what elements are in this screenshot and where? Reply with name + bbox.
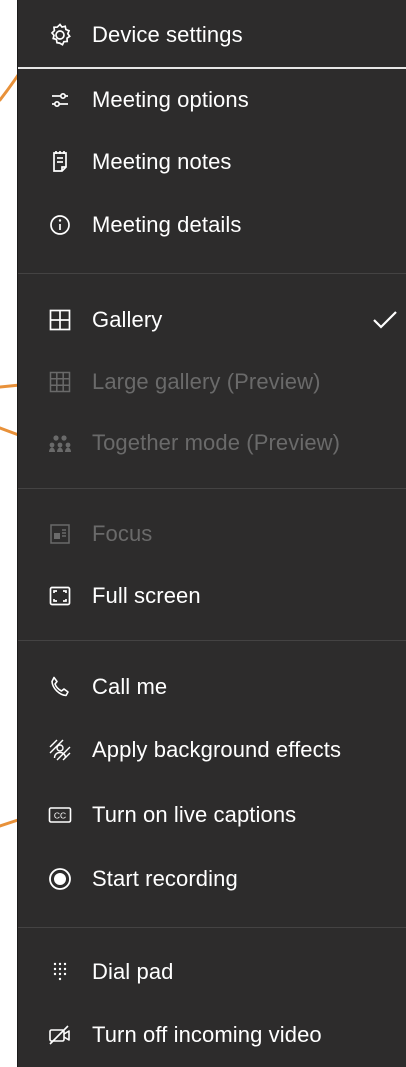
menu-item-label: Large gallery (Preview) — [92, 369, 321, 394]
svg-text:CC: CC — [54, 811, 66, 821]
menu-item-large-gallery: Large gallery (Preview) — [18, 355, 406, 409]
menu-item-background-effects[interactable]: Apply background effects — [18, 723, 406, 777]
menu-item-label: Full screen — [92, 583, 201, 608]
menu-item-label: Meeting notes — [92, 149, 232, 174]
phone-icon — [46, 673, 74, 701]
menu-separator — [18, 273, 406, 274]
menu-item-full-screen[interactable]: Full screen — [18, 569, 406, 623]
menu-item-label: Device settings — [92, 22, 243, 47]
menu-item-focus: Focus — [18, 507, 406, 561]
menu-item-label: Meeting details — [92, 212, 242, 237]
menu-item-label: Call me — [92, 674, 168, 699]
together-mode-icon — [46, 429, 74, 457]
menu-separator — [18, 488, 406, 489]
menu-item-meeting-notes[interactable]: Meeting notes — [18, 135, 406, 189]
menu-item-dial-pad[interactable]: Dial pad — [18, 945, 406, 999]
menu-separator — [18, 640, 406, 641]
video-off-icon — [46, 1021, 74, 1049]
menu-item-together-mode: Together mode (Preview) — [18, 416, 406, 470]
more-actions-menu: Device settings Meeting options Meeting … — [17, 0, 406, 1067]
notes-icon — [46, 148, 74, 176]
menu-item-device-settings[interactable]: Device settings — [18, 8, 406, 62]
gear-icon — [46, 21, 74, 49]
background-effects-icon — [46, 736, 74, 764]
cc-icon: CC — [46, 801, 74, 829]
menu-item-label: Turn on live captions — [92, 802, 297, 827]
menu-item-start-recording[interactable]: Start recording — [18, 852, 406, 906]
focus-icon — [46, 520, 74, 548]
menu-item-label: Meeting options — [92, 87, 249, 112]
large-gallery-icon — [46, 368, 74, 396]
menu-item-label: Start recording — [92, 866, 238, 891]
checkmark-icon — [373, 311, 397, 329]
gallery-icon — [46, 306, 74, 334]
menu-item-live-captions[interactable]: CC Turn on live captions — [18, 788, 406, 842]
menu-item-call-me[interactable]: Call me — [18, 660, 406, 714]
menu-separator — [18, 927, 406, 928]
focus-outline — [18, 67, 406, 69]
menu-item-meeting-details[interactable]: Meeting details — [18, 198, 406, 252]
fullscreen-icon — [46, 582, 74, 610]
menu-item-label: Together mode (Preview) — [92, 430, 341, 455]
menu-item-meeting-options[interactable]: Meeting options — [18, 73, 406, 127]
menu-item-turn-off-incoming-video[interactable]: Turn off incoming video — [18, 1008, 406, 1062]
menu-item-label: Gallery — [92, 307, 163, 332]
menu-item-gallery[interactable]: Gallery — [18, 293, 406, 347]
menu-item-label: Dial pad — [92, 959, 174, 984]
menu-item-label: Turn off incoming video — [92, 1022, 322, 1047]
dialpad-icon — [46, 958, 74, 986]
menu-item-label: Apply background effects — [92, 737, 342, 762]
info-icon — [46, 211, 74, 239]
menu-item-label: Focus — [92, 521, 153, 546]
record-icon — [46, 865, 74, 893]
sliders-icon — [46, 86, 74, 114]
